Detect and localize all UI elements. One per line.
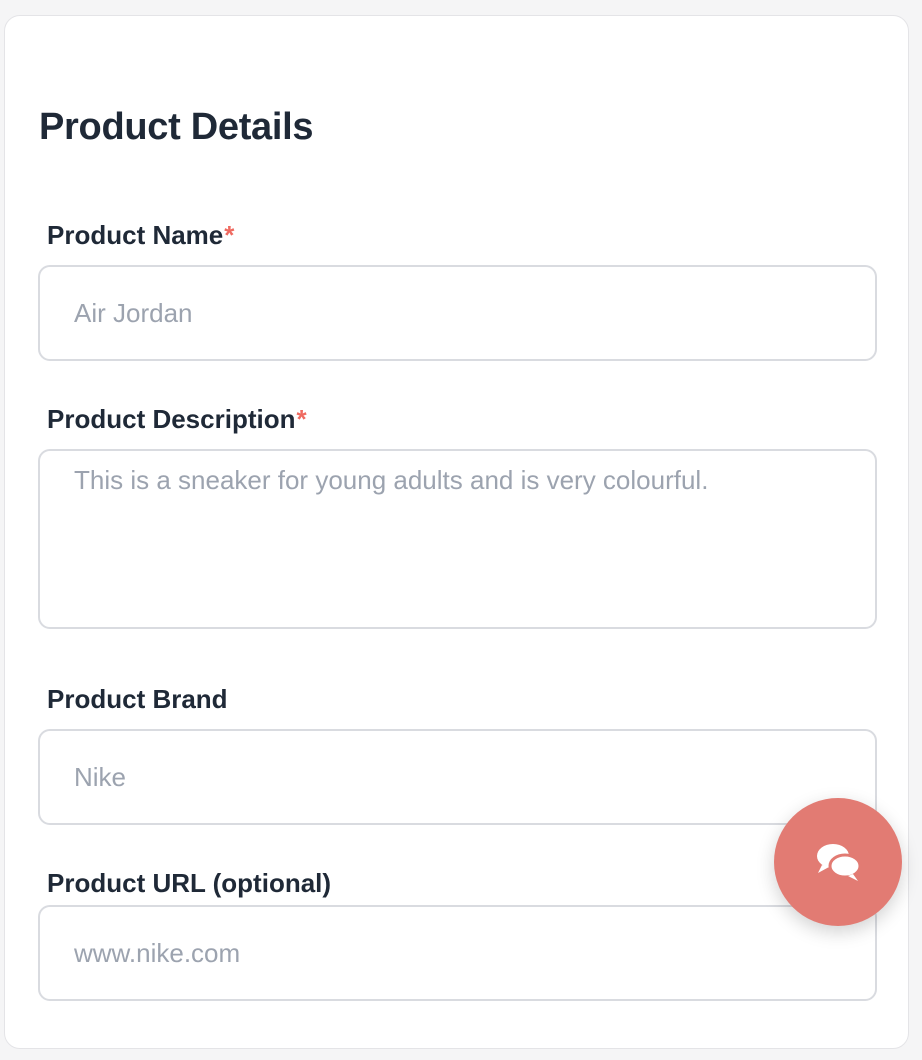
product-name-label: Product Name* [47, 218, 234, 252]
page-title: Product Details [39, 106, 314, 148]
product-url-input[interactable] [38, 905, 877, 1001]
product-name-input[interactable] [38, 265, 877, 361]
product-brand-label: Product Brand [47, 684, 228, 714]
chat-button[interactable] [774, 798, 902, 926]
product-details-card: Product Details Product Name* Product De… [4, 15, 909, 1049]
product-url-label: Product URL (optional) [47, 868, 332, 898]
required-marker: * [224, 220, 235, 250]
required-marker: * [296, 404, 307, 434]
product-name-label-text: Product Name [47, 220, 224, 250]
product-brand-input[interactable] [38, 729, 877, 825]
chat-bubbles-icon [817, 844, 862, 881]
product-description-label: Product Description* [47, 402, 307, 436]
product-description-label-text: Product Description [47, 404, 296, 434]
product-description-textarea[interactable] [38, 449, 877, 629]
